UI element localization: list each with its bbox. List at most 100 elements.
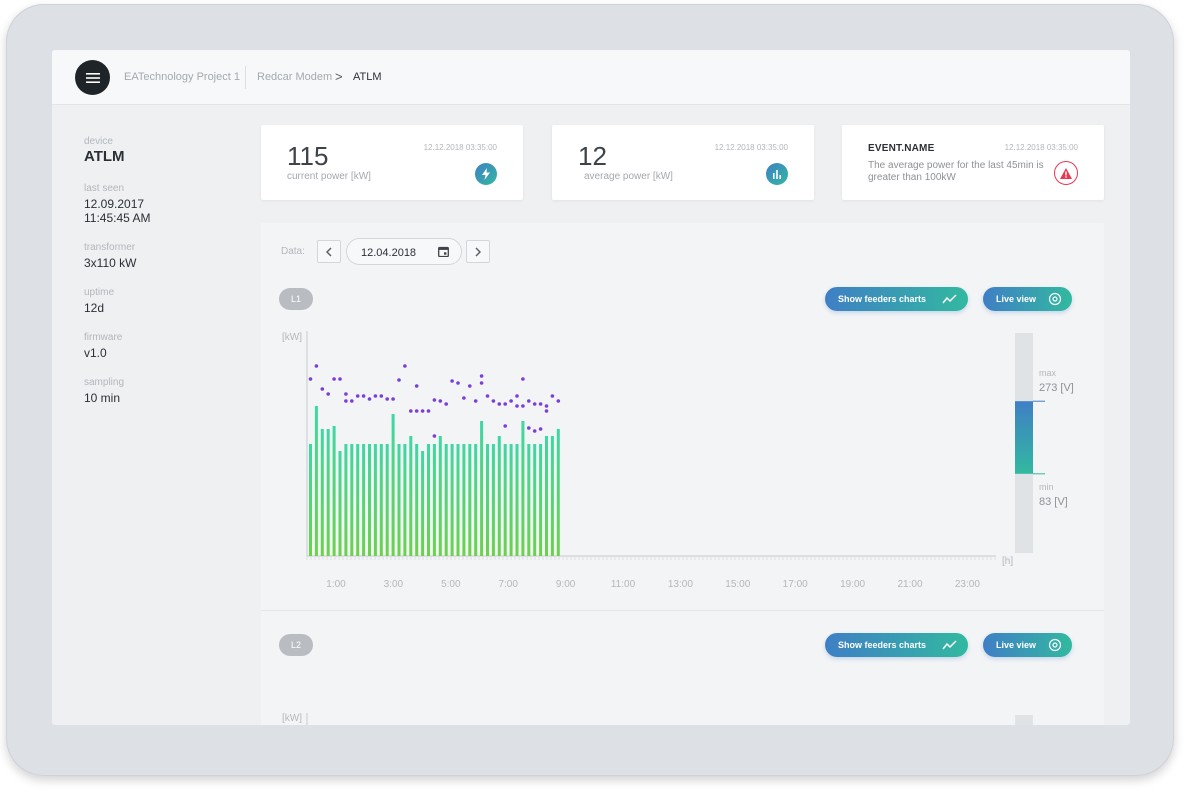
lightning-icon	[475, 163, 497, 185]
sampling-value: 10 min	[84, 391, 121, 405]
data-point	[332, 377, 336, 381]
data-point	[355, 394, 360, 398]
sampling-label: sampling	[84, 377, 125, 388]
bar	[403, 444, 407, 556]
data-point	[544, 404, 549, 408]
project-name[interactable]: EATechnology Project 1	[124, 71, 240, 83]
data-point	[320, 387, 325, 391]
power-chart-l2: [kW] max	[282, 713, 1033, 725]
breadcrumb-item-device: ATLM	[353, 71, 382, 83]
bar	[326, 429, 330, 556]
data-point	[344, 399, 348, 403]
average-power-card: 12 average power [kW] 12.12.2018 03:35:0…	[552, 125, 814, 200]
data-point	[444, 402, 448, 406]
data-point	[414, 409, 419, 413]
menu-button[interactable]	[75, 60, 110, 95]
bar	[450, 444, 454, 556]
data-point	[344, 392, 348, 396]
current-power-value: 115	[287, 141, 329, 171]
data-point	[462, 396, 466, 400]
uptime-value: 12d	[84, 301, 105, 315]
transformer-value: 3x110 kW	[84, 256, 137, 270]
power-chart-l1: [kW] 1:00 3:00 5:00 7:00 9:00 11:00 13:00 15:00…	[282, 331, 1074, 590]
breadcrumb-item-site[interactable]: Redcar Modem	[257, 71, 332, 83]
data-point	[503, 402, 507, 406]
x-tick-label: 21:00	[897, 579, 922, 590]
bar	[509, 444, 513, 556]
data-point	[308, 377, 313, 381]
x-tick-label: 23:00	[955, 579, 980, 590]
event-description: The average power for the last 45min is …	[868, 160, 1044, 183]
data-point	[409, 409, 413, 413]
data-point	[538, 427, 543, 431]
data-point	[479, 381, 484, 385]
data-point	[414, 384, 419, 388]
data-point	[338, 377, 342, 381]
bar	[491, 444, 495, 556]
bar	[332, 426, 336, 556]
bar	[409, 436, 413, 556]
data-point	[521, 377, 525, 381]
average-power-value: 12	[578, 141, 607, 171]
data-point	[438, 399, 443, 403]
data-point	[468, 384, 472, 388]
x-tick-label: 19:00	[840, 579, 865, 590]
bar	[474, 444, 478, 556]
bar	[533, 444, 537, 556]
bar	[515, 444, 519, 556]
x-tick-label: 3:00	[384, 579, 404, 590]
bar	[350, 444, 354, 556]
x-tick-labels: 1:00 3:00 5:00 7:00 9:00 11:00 13:00 15:00 17:00…	[326, 579, 980, 590]
bar	[415, 444, 419, 556]
bar-series	[309, 406, 560, 556]
x-tick-label: 15:00	[725, 579, 750, 590]
voltage-gauge-track-l2	[1015, 715, 1033, 725]
data-point	[456, 381, 460, 385]
top-bar: EATechnology Project 1 Redcar Modem > AT…	[52, 50, 1130, 105]
data-point	[432, 434, 437, 438]
y-axis-label-l2: [kW]	[282, 713, 302, 724]
gauge-max-label: max	[1039, 368, 1057, 378]
chevron-right-icon: >	[335, 69, 343, 84]
event-timestamp: 12.12.2018 03:35:00	[1004, 143, 1078, 152]
x-axis-unit-label: [h]	[1002, 556, 1013, 567]
bar	[539, 444, 543, 556]
gauge-min-label: min	[1039, 482, 1054, 492]
data-point	[391, 397, 395, 401]
x-tick-label: 1:00	[326, 579, 346, 590]
gauge-max-value: 273 [V]	[1039, 382, 1074, 394]
app-screen: EATechnology Project 1 Redcar Modem > AT…	[52, 50, 1130, 725]
data-point	[532, 429, 537, 433]
bar	[456, 444, 460, 556]
bar	[362, 444, 366, 556]
data-point	[367, 397, 372, 401]
data-point	[420, 409, 425, 413]
data-point	[450, 379, 454, 383]
bar	[527, 444, 531, 556]
data-point	[326, 392, 330, 396]
current-power-label: current power [kW]	[287, 171, 371, 182]
bar	[320, 429, 324, 556]
average-power-label: average power [kW]	[584, 171, 673, 182]
last-seen-value: 12.09.2017 11:45:45 AM	[84, 197, 234, 225]
data-point	[379, 394, 384, 398]
data-point	[485, 394, 490, 398]
bar	[379, 444, 383, 556]
firmware-label: firmware	[84, 332, 123, 343]
data-point	[350, 399, 354, 403]
data-point	[538, 402, 543, 406]
data-point	[509, 399, 513, 403]
event-card[interactable]: EVENT.NAME The average power for the las…	[842, 125, 1104, 200]
x-tick-label: 17:00	[783, 579, 808, 590]
gauge-min-value: 83 [V]	[1039, 496, 1068, 508]
bar	[486, 444, 489, 556]
data-point	[479, 374, 484, 378]
bar	[550, 436, 554, 556]
bar	[385, 444, 389, 556]
bar	[309, 444, 312, 556]
transformer-label: transformer	[84, 242, 136, 253]
bar	[521, 421, 525, 556]
bar	[427, 444, 430, 556]
x-tick-label: 5:00	[441, 579, 461, 590]
data-point	[314, 364, 319, 368]
